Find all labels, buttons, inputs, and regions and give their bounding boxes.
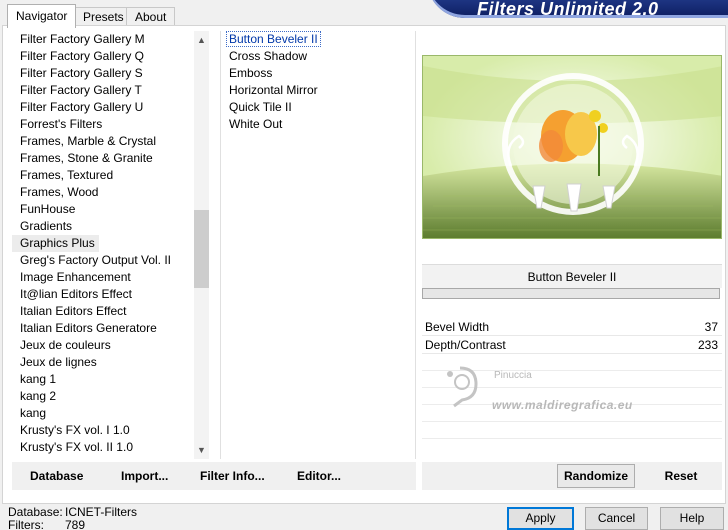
category-item[interactable]: Gradients — [12, 218, 195, 235]
category-item[interactable]: Frames, Wood — [12, 184, 195, 201]
tab-navigator[interactable]: Navigator — [7, 4, 77, 28]
filter-item-label: Emboss — [229, 66, 273, 80]
category-scrollbar[interactable]: ▲ ▼ — [194, 31, 209, 459]
category-item[interactable]: Filter Factory Gallery S — [12, 65, 195, 82]
param-value: 37 — [704, 320, 718, 334]
category-item[interactable]: Italian Editors Effect — [12, 303, 195, 320]
category-item[interactable]: Filter Factory Gallery M — [12, 31, 195, 48]
category-item[interactable]: Jeux de couleurs — [12, 337, 195, 354]
editor-button[interactable]: Editor... — [297, 462, 341, 490]
watermark-site: www.maldiregrafica.eu — [492, 398, 633, 412]
category-item[interactable]: Filter Factory Gallery Q — [12, 48, 195, 65]
filter-info-button[interactable]: Filter Info... — [200, 462, 265, 490]
apply-button[interactable]: Apply — [507, 507, 574, 530]
watermark-logo-icon — [447, 366, 478, 408]
category-item[interactable]: kang — [12, 405, 195, 422]
param-row-depth-contrast[interactable]: Depth/Contrast 233 — [422, 337, 722, 354]
filter-item-label: Button Beveler II — [226, 31, 321, 47]
category-item[interactable]: Krusty's FX vol. I 1.0 — [12, 422, 195, 439]
filter-item-label: Cross Shadow — [229, 49, 308, 63]
cancel-button[interactable]: Cancel — [585, 507, 648, 530]
status-database-value: ICNET-Filters — [65, 505, 137, 519]
filter-item-label: Quick Tile II — [229, 100, 292, 114]
left-toolbar: Database Import... Filter Info... Editor… — [12, 462, 416, 490]
randomize-button[interactable]: Randomize — [557, 464, 635, 488]
right-toolbar: Randomize Reset — [422, 462, 722, 490]
watermark-name: Pinuccia — [494, 370, 532, 381]
chevron-down-icon[interactable]: ▼ — [194, 443, 209, 458]
filter-item[interactable]: Quick Tile II — [221, 99, 415, 116]
category-item[interactable]: Frames, Marble & Crystal — [12, 133, 195, 150]
param-row-bevel-width[interactable]: Bevel Width 37 — [422, 319, 722, 336]
filter-item[interactable]: Button Beveler II — [221, 31, 415, 48]
filter-item[interactable]: Cross Shadow — [221, 48, 415, 65]
import-button[interactable]: Import... — [121, 462, 168, 490]
app-title: Filters Unlimited 2.0 — [477, 0, 659, 18]
category-item[interactable]: FunHouse — [12, 201, 195, 218]
category-item[interactable]: Krusty's FX vol. II 1.0 — [12, 439, 195, 456]
category-item[interactable]: Jeux de lignes — [12, 354, 195, 371]
category-item[interactable]: Forrest's Filters — [12, 116, 195, 133]
category-list[interactable]: Filter Factory Gallery M Filter Factory G… — [12, 31, 195, 459]
category-item[interactable]: Italian Editors Generatore — [12, 320, 195, 337]
category-item[interactable]: Frames, Textured — [12, 167, 195, 184]
status-filters-label: Filters: — [8, 518, 44, 530]
filter-item-label: Horizontal Mirror — [229, 83, 318, 97]
category-item[interactable]: kang 1 — [12, 371, 195, 388]
chevron-up-icon[interactable]: ▲ — [194, 33, 209, 48]
parameter-progress-bar — [422, 288, 720, 299]
filter-item[interactable]: Horizontal Mirror — [221, 82, 415, 99]
category-item[interactable]: Frames, Stone & Granite — [12, 150, 195, 167]
status-filters: Filters: 789 — [8, 519, 85, 530]
watermark: Pinuccia www.maldiregrafica.eu — [440, 362, 670, 412]
tab-presets[interactable]: Presets — [74, 7, 133, 27]
category-item[interactable]: Filter Factory Gallery T — [12, 82, 195, 99]
app-banner: Filters Unlimited 2.0 — [427, 0, 728, 18]
preview-image — [422, 55, 722, 239]
category-item[interactable]: Filter Factory Gallery U — [12, 99, 195, 116]
database-button[interactable]: Database — [30, 462, 83, 490]
filter-list[interactable]: Button Beveler II Cross Shadow Emboss Horiz… — [220, 31, 416, 459]
reset-button[interactable]: Reset — [662, 464, 700, 488]
category-item[interactable]: kang 2 — [12, 388, 195, 405]
tab-about[interactable]: About — [126, 7, 176, 27]
status-filters-value: 789 — [65, 518, 86, 530]
preview-artwork — [423, 56, 721, 238]
scroll-thumb[interactable] — [194, 210, 209, 288]
help-button[interactable]: Help — [660, 507, 724, 530]
param-label: Bevel Width — [425, 320, 490, 334]
filter-item[interactable]: Emboss — [221, 65, 415, 82]
filter-item-label: White Out — [229, 117, 283, 131]
param-value: 233 — [697, 338, 718, 352]
parameter-title: Button Beveler II — [422, 264, 722, 288]
param-label: Depth/Contrast — [425, 338, 506, 352]
category-item[interactable]: It@lian Editors Effect — [12, 286, 195, 303]
filter-item[interactable]: White Out — [221, 116, 415, 133]
category-item[interactable]: Greg's Factory Output Vol. II — [12, 252, 195, 269]
category-item[interactable]: Image Enhancement — [12, 269, 195, 286]
category-item[interactable]: Graphics Plus — [12, 235, 99, 252]
